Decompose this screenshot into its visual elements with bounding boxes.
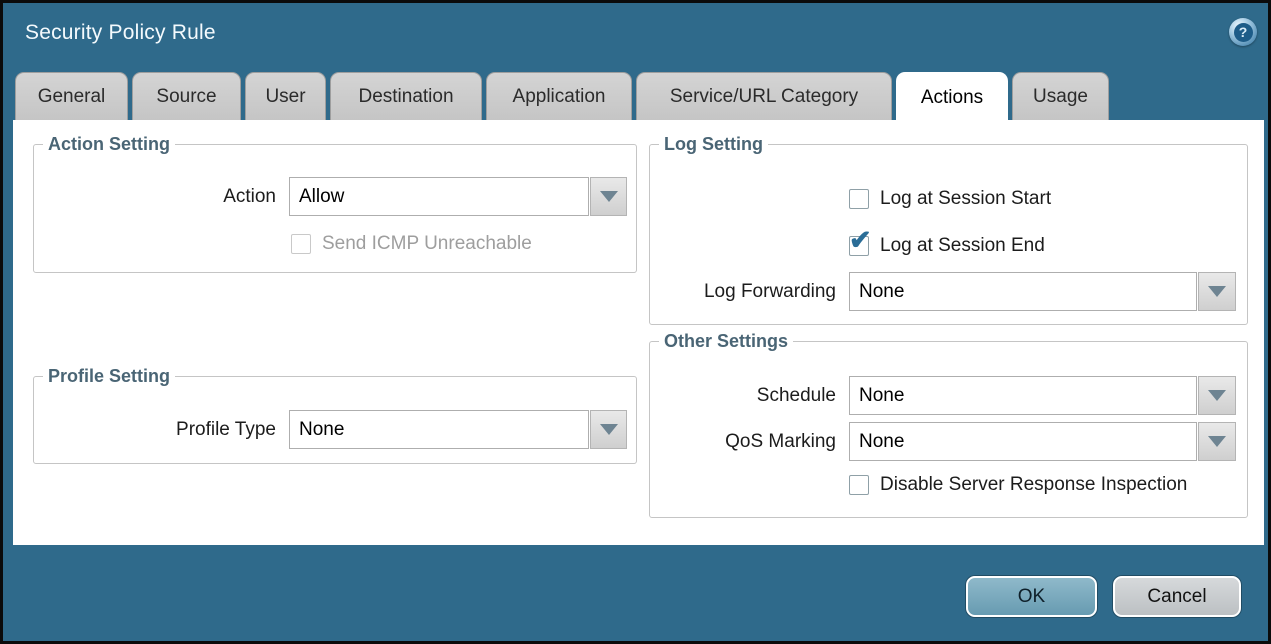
chevron-down-icon <box>1208 436 1226 447</box>
tab-user[interactable]: User <box>245 72 326 120</box>
tab-general[interactable]: General <box>15 72 128 120</box>
cancel-button[interactable]: Cancel <box>1113 576 1241 617</box>
action-select-button[interactable] <box>590 177 627 216</box>
help-icon: ? <box>1234 23 1253 42</box>
tab-usage[interactable]: Usage <box>1012 72 1109 120</box>
action-select[interactable]: Allow <box>289 177 589 216</box>
profile-type-label: Profile Type <box>34 410 276 449</box>
tab-source[interactable]: Source <box>132 72 241 120</box>
schedule-select-button[interactable] <box>1198 376 1236 415</box>
log-session-end-checkbox[interactable]: ✔ <box>849 236 869 256</box>
send-icmp-unreachable-checkbox[interactable]: ✔ <box>291 234 311 254</box>
profile-setting-legend: Profile Setting <box>43 366 175 387</box>
profile-type-select[interactable]: None <box>289 410 589 449</box>
tab-actions[interactable]: Actions <box>896 72 1008 122</box>
qos-marking-label: QoS Marking <box>650 422 836 461</box>
dialog-title: Security Policy Rule <box>25 21 216 45</box>
log-session-start-label: Log at Session Start <box>880 189 1051 209</box>
action-setting-legend: Action Setting <box>43 134 175 155</box>
log-setting-group: Log Setting ✔ Log at Session Start ✔ Log… <box>649 144 1248 325</box>
log-forwarding-label: Log Forwarding <box>650 272 836 311</box>
log-forwarding-select[interactable]: None <box>849 272 1197 311</box>
action-label: Action <box>34 177 276 216</box>
other-settings-group: Other Settings Schedule None QoS Marking… <box>649 341 1248 518</box>
disable-server-response-inspection-checkbox[interactable]: ✔ <box>849 475 869 495</box>
help-button[interactable]: ? <box>1229 18 1257 46</box>
log-session-end-label: Log at Session End <box>880 236 1045 256</box>
log-forwarding-select-button[interactable] <box>1198 272 1236 311</box>
chevron-down-icon <box>600 191 618 202</box>
tab-application[interactable]: Application <box>486 72 632 120</box>
log-setting-legend: Log Setting <box>659 134 768 155</box>
actions-tab-panel: Action Setting Action Allow ✔ Send ICMP … <box>13 120 1264 545</box>
profile-type-select-button[interactable] <box>590 410 627 449</box>
profile-setting-group: Profile Setting Profile Type None <box>33 376 637 464</box>
chevron-down-icon <box>600 424 618 435</box>
ok-button[interactable]: OK <box>966 576 1097 617</box>
tab-bar: General Source User Destination Applicat… <box>15 72 1109 120</box>
schedule-select[interactable]: None <box>849 376 1197 415</box>
qos-marking-select-button[interactable] <box>1198 422 1236 461</box>
schedule-label: Schedule <box>650 376 836 415</box>
security-policy-rule-dialog: Security Policy Rule ? General Source Us… <box>0 0 1271 644</box>
tab-service-url-category[interactable]: Service/URL Category <box>636 72 892 120</box>
qos-marking-select[interactable]: None <box>849 422 1197 461</box>
chevron-down-icon <box>1208 390 1226 401</box>
log-session-start-checkbox[interactable]: ✔ <box>849 189 869 209</box>
disable-server-response-inspection-label: Disable Server Response Inspection <box>880 475 1187 495</box>
send-icmp-unreachable-label: Send ICMP Unreachable <box>322 234 532 254</box>
checkmark-icon: ✔ <box>849 227 872 254</box>
tab-destination[interactable]: Destination <box>330 72 482 120</box>
chevron-down-icon <box>1208 286 1226 297</box>
action-setting-group: Action Setting Action Allow ✔ Send ICMP … <box>33 144 637 273</box>
other-settings-legend: Other Settings <box>659 331 793 352</box>
